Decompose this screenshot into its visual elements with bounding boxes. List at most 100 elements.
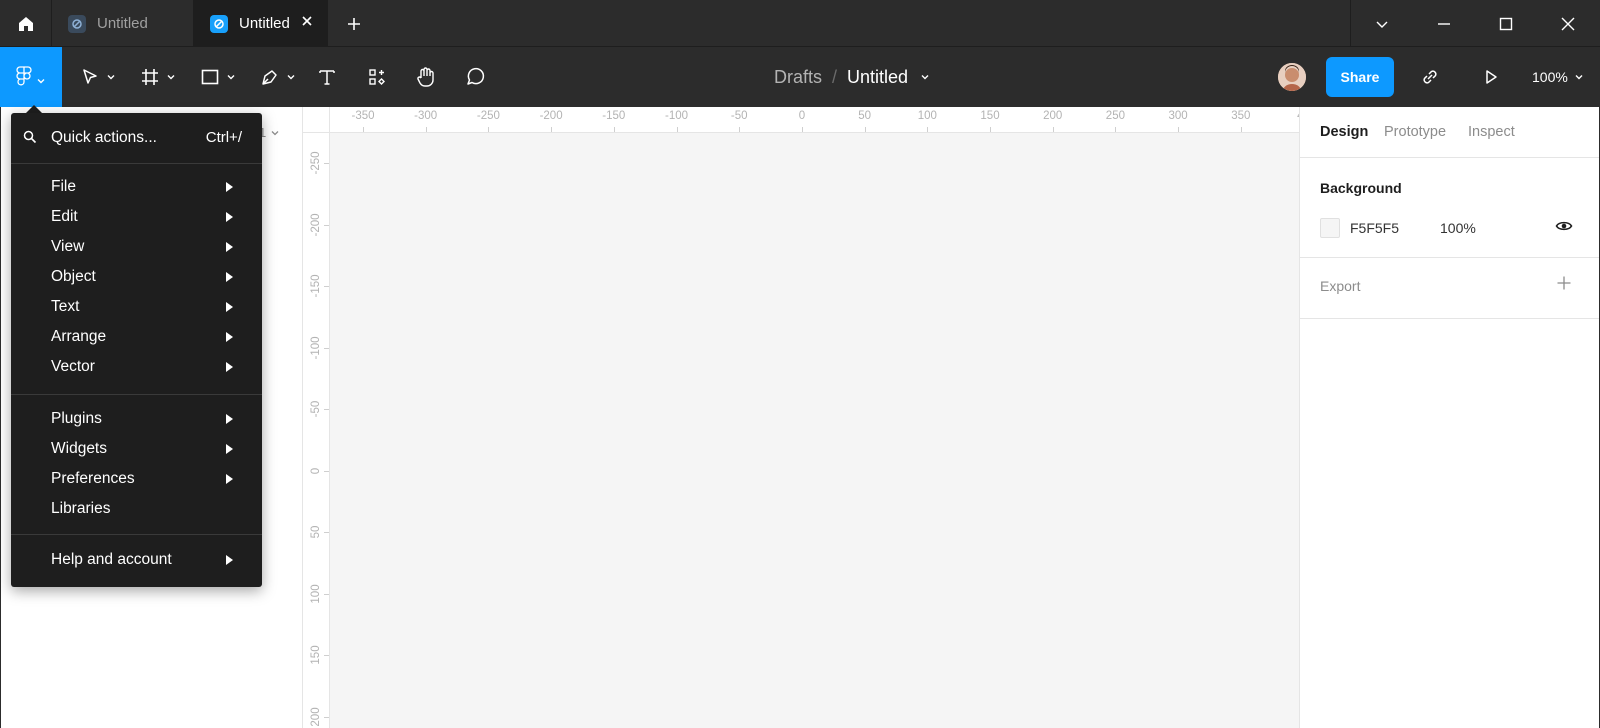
submenu-arrow-icon [226, 212, 233, 222]
zoom-level: 100% [1532, 69, 1568, 85]
visibility-toggle[interactable] [1555, 217, 1573, 238]
menu-item-view[interactable]: View [11, 232, 262, 262]
ruler-tick [801, 127, 803, 132]
close-window-button[interactable] [1537, 0, 1599, 47]
horizontal-ruler: -350 -300 -250 -200 -150 -100 -50 0 50 100 150 200 2… [330, 107, 1299, 133]
chevron-down-icon [167, 75, 175, 80]
maximize-button[interactable] [1475, 0, 1537, 47]
menu-item-object[interactable]: Object [11, 262, 262, 292]
chevron-down-icon [287, 75, 295, 80]
quick-actions-item[interactable]: Quick actions... Ctrl+/ [11, 113, 262, 163]
menu-separator [11, 163, 262, 164]
menu-item-libraries[interactable]: Libraries [11, 494, 262, 524]
menu-item-label: File [51, 178, 76, 195]
chevron-down-icon [37, 79, 45, 84]
main-menu-button[interactable] [0, 47, 62, 107]
menu-item-label: Widgets [51, 440, 107, 457]
zoom-control[interactable]: 100% [1532, 47, 1584, 107]
menu-item-help-and-account[interactable]: Help and account [11, 545, 262, 575]
tab-label: Untitled [97, 15, 148, 32]
background-color-swatch[interactable] [1320, 218, 1340, 238]
tabs-dropdown-button[interactable] [1351, 0, 1413, 47]
file-title[interactable]: Untitled [847, 67, 908, 88]
resources-tool[interactable] [364, 47, 390, 107]
tab-design[interactable]: Design [1320, 124, 1368, 140]
menu-item-preferences[interactable]: Preferences [11, 464, 262, 494]
ruler-label: -50 [730, 110, 748, 122]
breadcrumb: Drafts / Untitled [774, 47, 930, 107]
close-icon [1561, 17, 1575, 30]
frame-icon [142, 69, 158, 85]
ruler-tick [324, 163, 329, 164]
menu-item-label: Libraries [51, 500, 111, 517]
submenu-arrow-icon [226, 444, 233, 454]
ruler-tick [739, 127, 741, 132]
ruler-label: -150 [310, 274, 322, 298]
background-heading: Background [1320, 180, 1402, 196]
add-export-button[interactable] [1556, 275, 1572, 294]
ruler-corner [303, 107, 330, 133]
menu-item-file[interactable]: File [11, 172, 262, 202]
submenu-arrow-icon [226, 242, 233, 252]
share-button[interactable]: Share [1326, 57, 1394, 97]
pen-tool[interactable] [256, 47, 300, 107]
shape-tool[interactable] [196, 47, 240, 107]
background-opacity-input[interactable]: 100% [1440, 220, 1476, 236]
menu-separator [11, 534, 262, 535]
menu-item-edit[interactable]: Edit [11, 202, 262, 232]
copy-link-button[interactable] [1416, 47, 1444, 107]
move-tool[interactable] [76, 47, 120, 107]
text-tool[interactable] [314, 47, 340, 107]
hand-tool[interactable] [412, 47, 440, 107]
menu-item-widgets[interactable]: Widgets [11, 434, 262, 464]
minimize-icon [1438, 22, 1450, 25]
tab-untitled-1[interactable]: Untitled [52, 0, 194, 47]
menu-item-vector[interactable]: Vector [11, 352, 262, 382]
menu-pointer [26, 105, 42, 113]
menu-item-text[interactable]: Text [11, 292, 262, 322]
home-button[interactable] [0, 0, 52, 47]
link-icon [1423, 70, 1437, 84]
ruler-tick [990, 127, 991, 132]
ruler-label: 150 [310, 645, 322, 665]
canvas[interactable] [330, 133, 1299, 728]
pen-icon [262, 70, 277, 85]
ruler-label: 300 [1168, 110, 1188, 122]
cursor-arrow-icon [83, 69, 97, 84]
page-selector[interactable]: 1 [259, 125, 280, 140]
ruler-tick [324, 532, 329, 533]
new-tab-button[interactable] [342, 12, 366, 36]
figma-file-icon [68, 14, 86, 33]
ruler-tick [324, 716, 329, 718]
chevron-down-icon [271, 130, 279, 135]
avatar[interactable] [1276, 61, 1308, 93]
ruler-tick [425, 127, 427, 132]
minimize-button[interactable] [1413, 0, 1475, 47]
eye-icon [1555, 221, 1573, 231]
ruler-label: 50 [310, 525, 322, 539]
ruler-label: 0 [798, 110, 806, 122]
tab-prototype[interactable]: Prototype [1384, 124, 1446, 140]
ruler-label: 100 [310, 583, 322, 604]
close-tab-icon[interactable] [300, 14, 314, 32]
vertical-ruler: -250 -200 -150 -100 -50 0 50 100 150 200 [303, 133, 330, 728]
background-hex-input[interactable]: F5F5F5 [1350, 220, 1399, 236]
properties-panel: Design Prototype Inspect Background F5F5… [1299, 107, 1600, 728]
quick-actions-label: Quick actions... [51, 129, 157, 146]
breadcrumb-drafts[interactable]: Drafts [774, 67, 822, 88]
ruler-label: -350 [351, 110, 375, 122]
present-button[interactable] [1478, 47, 1504, 107]
toolbar: Drafts / Untitled Share 100% [0, 47, 1600, 107]
menu-item-arrange[interactable]: Arrange [11, 322, 262, 352]
ruler-tick [1115, 127, 1117, 132]
submenu-arrow-icon [226, 555, 233, 565]
comment-icon [467, 67, 485, 85]
file-menu-chevron[interactable] [920, 72, 930, 82]
frame-tool[interactable] [136, 47, 180, 107]
tab-untitled-2[interactable]: Untitled [194, 0, 328, 47]
ruler-label: 50 [858, 110, 871, 122]
tab-inspect[interactable]: Inspect [1468, 124, 1515, 140]
menu-item-plugins[interactable]: Plugins [11, 404, 262, 434]
ruler-tick [324, 409, 329, 410]
comment-tool[interactable] [462, 47, 488, 107]
